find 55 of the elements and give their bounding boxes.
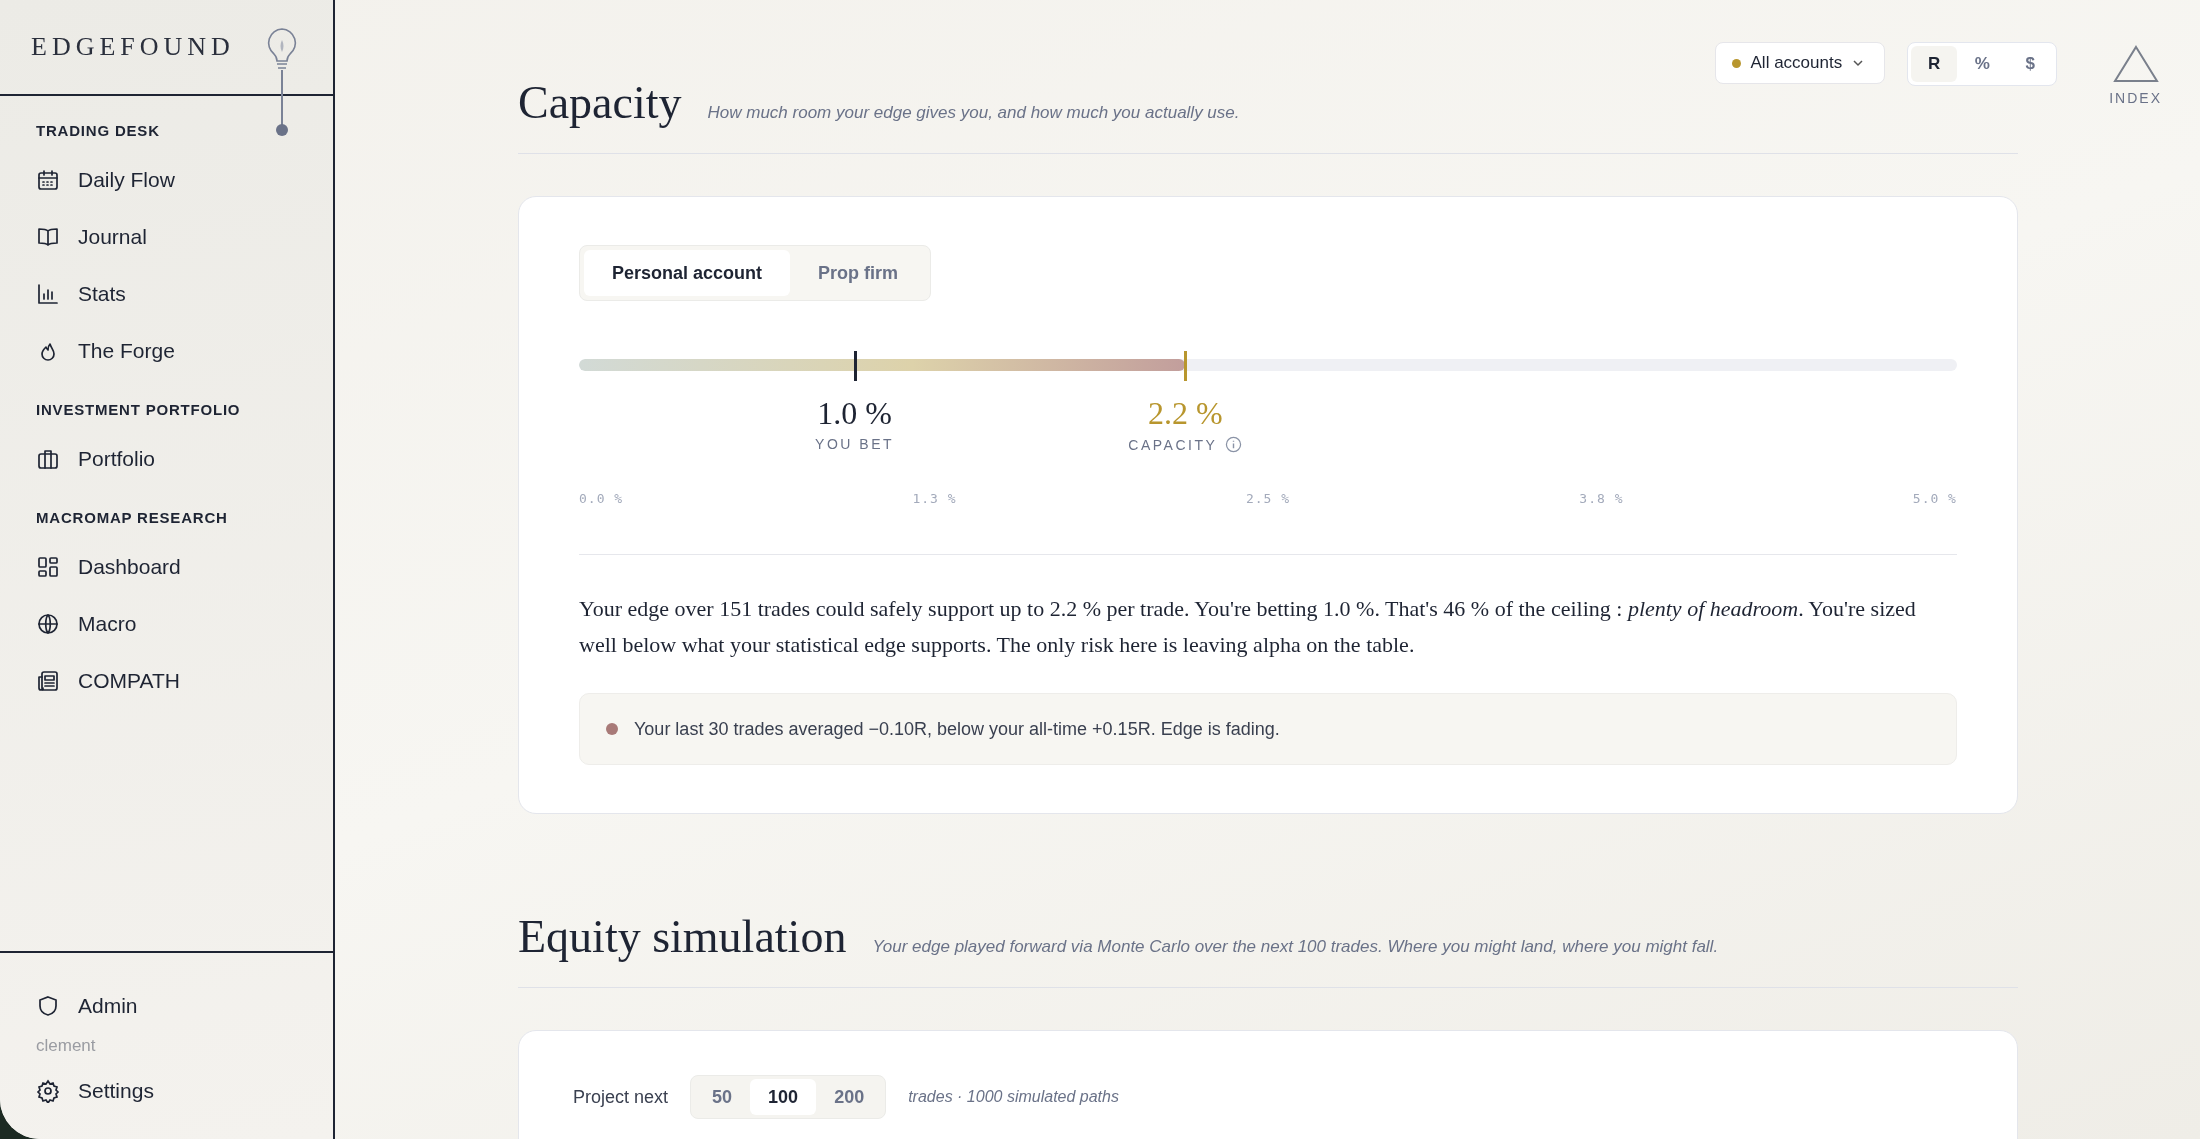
section-title: Capacity [518, 76, 682, 129]
bar-chart-icon [36, 281, 60, 306]
shield-icon [36, 993, 60, 1018]
user-name: clement [35, 1035, 97, 1057]
unit-option[interactable]: $ [2007, 46, 2054, 82]
tab[interactable]: Personal account [584, 250, 791, 296]
simulation-note: trades · 1000 simulated paths [908, 1088, 1119, 1106]
status-dot [606, 723, 618, 735]
marker-value: 1.0 % [817, 395, 892, 432]
nav-item[interactable]: Daily Flow [0, 151, 333, 208]
scale-label: 0.0 % [579, 491, 624, 506]
section-heading: TRADING DESK [35, 122, 161, 139]
index-label: INDEX [2109, 90, 2162, 106]
account-dropdown[interactable]: All accounts [1714, 42, 1886, 84]
unit-option[interactable]: % [1959, 46, 2006, 82]
marker-label: YOU BET [815, 436, 895, 452]
chevron-down-icon [1852, 59, 1865, 67]
globe-icon [36, 611, 60, 636]
nav-item[interactable]: Stats [0, 265, 333, 322]
status-dot [1731, 58, 1741, 68]
section-title: Equity simulation [518, 910, 847, 963]
count-option[interactable]: 200 [816, 1079, 883, 1115]
scale-label: 1.3 % [912, 491, 957, 506]
section-subtitle: Your edge played forward via Monte Carlo over the next 100 trades. Where you might land, where you might fall. [872, 937, 1719, 957]
nav-item[interactable]: COMPATH [0, 652, 333, 709]
marker-label: CAPACITY [1128, 436, 1218, 453]
nav-item[interactable]: The Forge [0, 322, 333, 379]
scale-label: 3.8 % [1579, 491, 1624, 506]
summary-text: Your edge over 151 trades could safely support up to 2.2 % per trade. You're betting 1.0 %. That's 46 % of the ceiling : plenty of headroom. You're sized well below what your statistical edge supports. The only risk here is leaving alpha on the table. [579, 595, 1917, 659]
scale-label: 5.0 % [1912, 491, 1957, 506]
unit-option[interactable]: R [1911, 46, 1958, 82]
nav-item[interactable]: Portfolio [0, 430, 333, 487]
nav-item[interactable]: Admin [0, 977, 333, 1034]
section-heading: INVESTMENT PORTFOLIO [35, 401, 242, 418]
section-heading: MACROMAP RESEARCH [35, 509, 229, 526]
nav-item[interactable]: Dashboard [0, 538, 333, 595]
settings-icon [36, 1078, 60, 1103]
info-icon[interactable] [1225, 436, 1243, 453]
count-option[interactable]: 100 [750, 1079, 817, 1115]
calendar-icon [36, 167, 60, 192]
nav-item[interactable]: Macro [0, 595, 333, 652]
project-label: Project next [573, 1086, 669, 1108]
section-subtitle: How much room your edge gives you, and how much you actually use. [707, 103, 1240, 123]
nav-item[interactable]: Settings [0, 1062, 333, 1119]
alert-text: Your last 30 trades averaged −0.10R, below your all-time +0.15R. Edge is fading. [634, 718, 1280, 740]
brand-logo: EDGEFOUND [31, 32, 235, 62]
grid-icon [36, 554, 60, 579]
newspaper-icon [36, 668, 60, 693]
light-bulb-icon[interactable] [265, 26, 299, 138]
count-option[interactable]: 50 [694, 1079, 751, 1115]
nav-item[interactable]: Journal [0, 208, 333, 265]
scale-label: 2.5 % [1245, 491, 1291, 506]
marker-value: 2.2 % [1148, 395, 1223, 432]
tab[interactable]: Prop firm [790, 250, 927, 296]
triangle-icon[interactable] [2111, 44, 2160, 84]
